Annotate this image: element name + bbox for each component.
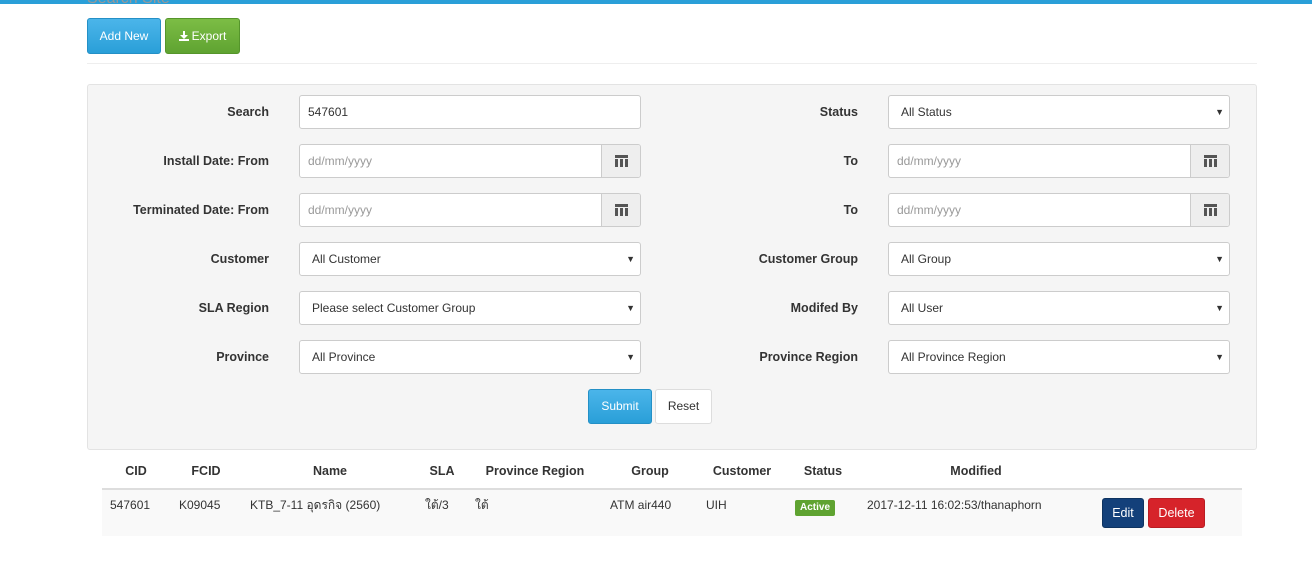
install-date-from-label: Install Date: From <box>163 154 269 168</box>
cell-customer: UIH <box>706 498 727 512</box>
province-label: Province <box>216 350 269 364</box>
caret-down-icon: ▼ <box>626 254 635 264</box>
cell-name: KTB_7-11 อุดรกิจ (2560) <box>250 498 381 512</box>
province-region-label: Province Region <box>759 350 858 364</box>
install-date-from-field: dd/mm/yyyy <box>299 144 641 178</box>
status-select[interactable]: All Status ▼ <box>888 95 1230 129</box>
caret-down-icon: ▼ <box>1215 352 1224 362</box>
cell-province-region: ใต้ <box>475 498 489 512</box>
install-date-to-input[interactable]: dd/mm/yyyy <box>889 145 1191 177</box>
column-header-status: Status <box>803 464 843 478</box>
customer-select-value: All Customer <box>312 252 381 266</box>
customer-group-select[interactable]: All Group ▼ <box>888 242 1230 276</box>
submit-button[interactable]: Submit <box>588 389 652 424</box>
province-region-select-value: All Province Region <box>901 350 1006 364</box>
install-date-to-field: dd/mm/yyyy <box>888 144 1230 178</box>
install-date-to-calendar-button[interactable] <box>1190 145 1229 177</box>
export-button[interactable]: Export <box>165 18 240 54</box>
terminated-date-from-label: Terminated Date: From <box>133 203 269 217</box>
install-date-from-calendar-button[interactable] <box>601 145 640 177</box>
terminated-date-to-field: dd/mm/yyyy <box>888 193 1230 227</box>
customer-group-label: Customer Group <box>758 252 858 266</box>
download-icon <box>178 31 189 41</box>
customer-select[interactable]: All Customer ▼ <box>299 242 641 276</box>
install-date-to-label: To <box>843 154 858 168</box>
search-label: Search <box>227 105 269 119</box>
province-region-select[interactable]: All Province Region ▼ <box>888 340 1230 374</box>
terminated-date-to-label: To <box>843 203 858 217</box>
terminated-date-to-calendar-button[interactable] <box>1190 194 1229 226</box>
cell-group: ATM air440 <box>610 498 672 512</box>
caret-down-icon: ▼ <box>626 352 635 362</box>
column-header-cid: CID <box>125 464 147 478</box>
cell-fcid: K09045 <box>179 498 221 512</box>
caret-down-icon: ▼ <box>1215 107 1224 117</box>
terminated-date-from-input[interactable]: dd/mm/yyyy <box>300 194 602 226</box>
column-header-modified: Modified <box>950 464 1002 478</box>
table-header: CID FCID Name SLA Province Region Group … <box>0 460 1312 488</box>
caret-down-icon: ▼ <box>1215 303 1224 313</box>
sla-region-select[interactable]: Please select Customer Group ▼ <box>299 291 641 325</box>
export-button-label: Export <box>191 29 227 43</box>
reset-button[interactable]: Reset <box>655 389 712 424</box>
status-select-value: All Status <box>901 105 952 119</box>
terminated-date-from-calendar-button[interactable] <box>601 194 640 226</box>
sla-region-select-value: Please select Customer Group <box>312 301 476 315</box>
column-header-customer: Customer <box>712 464 772 478</box>
cell-modified: 2017-12-11 16:02:53/thanaphorn <box>867 498 1042 512</box>
modified-by-label: Modifed By <box>790 301 858 315</box>
calendar-icon <box>614 155 628 167</box>
terminated-date-to-input[interactable]: dd/mm/yyyy <box>889 194 1191 226</box>
search-input[interactable]: 547601 <box>299 95 641 129</box>
column-header-group: Group <box>631 464 669 478</box>
divider <box>87 63 1257 64</box>
column-header-sla: SLA <box>429 464 455 478</box>
cell-cid: 547601 <box>110 498 151 512</box>
customer-group-select-value: All Group <box>901 252 952 266</box>
cell-sla: ใต้/3 <box>425 498 449 512</box>
calendar-icon <box>1203 155 1217 167</box>
top-accent-bar <box>0 0 1312 4</box>
modified-by-select[interactable]: All User ▼ <box>888 291 1230 325</box>
delete-button[interactable]: Delete <box>1148 498 1205 528</box>
province-select-value: All Province <box>312 350 376 364</box>
install-date-from-input[interactable]: dd/mm/yyyy <box>300 145 602 177</box>
table-row: 547601 K09045 KTB_7-11 อุดรกิจ (2560) ใต… <box>102 490 1242 536</box>
modified-by-select-value: All User <box>901 301 944 315</box>
column-header-fcid: FCID <box>191 464 221 478</box>
province-select[interactable]: All Province ▼ <box>299 340 641 374</box>
add-new-button[interactable]: Add New <box>87 18 161 54</box>
search-filter-panel: Search 547601 Status All Status ▼ Install… <box>87 84 1257 450</box>
sla-region-label: SLA Region <box>198 301 269 315</box>
calendar-icon <box>614 204 628 216</box>
column-header-name: Name <box>312 464 348 478</box>
page-title: Search Site <box>87 0 170 8</box>
terminated-date-from-field: dd/mm/yyyy <box>299 193 641 227</box>
column-header-province-region: Province Region <box>485 464 585 478</box>
caret-down-icon: ▼ <box>1215 254 1224 264</box>
status-badge: Active <box>795 500 836 516</box>
search-input-value: 547601 <box>308 105 349 119</box>
calendar-icon <box>1203 204 1217 216</box>
customer-label: Customer <box>210 252 269 266</box>
edit-button[interactable]: Edit <box>1102 498 1144 528</box>
status-label: Status <box>819 105 858 119</box>
caret-down-icon: ▼ <box>626 303 635 313</box>
